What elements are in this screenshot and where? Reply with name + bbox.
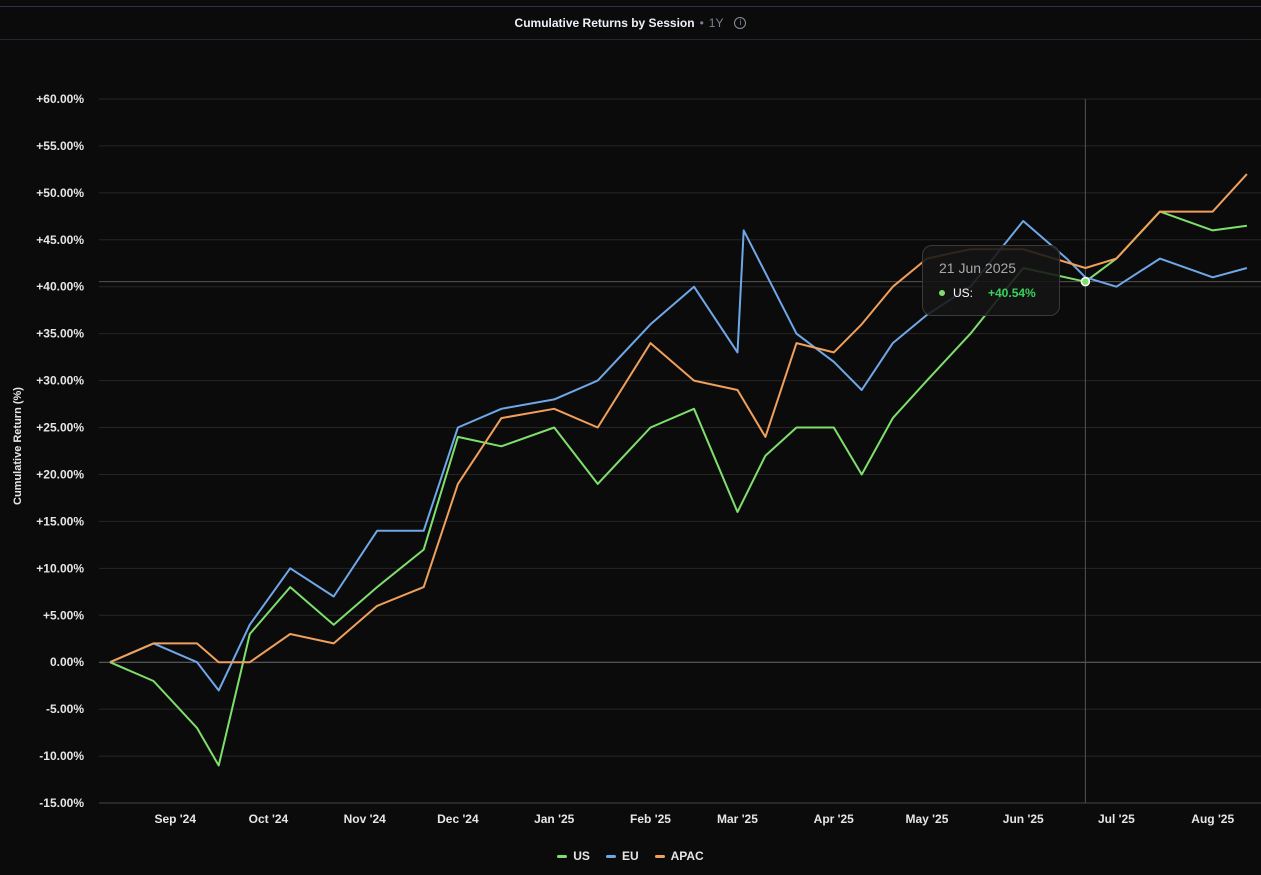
y-axis-label: Cumulative Return (%): [12, 387, 24, 505]
x-tick-label: Jul '25: [1098, 812, 1135, 826]
x-tick-label: Aug '25: [1191, 812, 1234, 826]
legend-swatch-us: [557, 854, 568, 858]
x-tick-label: Apr '25: [814, 812, 855, 826]
crosshair-point: [1080, 276, 1091, 287]
y-tick-label: +25.00%: [36, 421, 84, 435]
series-line-eu: [109, 220, 1248, 692]
legend-label-apac: APAC: [670, 849, 704, 863]
x-tick-label: May '25: [906, 812, 949, 826]
y-tick-label: +20.00%: [36, 467, 84, 481]
legend-item-eu[interactable]: EU: [605, 849, 639, 863]
x-tick-label: Jun '25: [1003, 812, 1044, 826]
tooltip-date: 21 Jun 2025: [939, 260, 1017, 276]
tooltip-series-name: US:: [953, 286, 974, 300]
line-chart[interactable]: -15.00% -10.00% -5.00% 0.00% +5.00% +10.00% +1…: [0, 0, 1261, 875]
y-tick-label: +40.00%: [36, 280, 84, 294]
series-line-apac: [109, 173, 1248, 664]
y-tick-label: +30.00%: [36, 374, 84, 388]
y-tick-label: +35.00%: [36, 327, 84, 341]
x-tick-label: Sep '24: [154, 812, 196, 826]
y-tick-label: +45.00%: [36, 233, 84, 247]
tooltip-value: +40.54%: [988, 286, 1036, 300]
y-tick-label: -10.00%: [39, 749, 84, 763]
y-tick-label: +5.00%: [43, 608, 84, 622]
y-tick-label: +55.00%: [36, 139, 84, 153]
x-tick-label: Dec '24: [437, 812, 479, 826]
tooltip-series-dot: [939, 290, 945, 296]
y-tick-label: +50.00%: [36, 186, 84, 200]
x-tick-label: Jan '25: [534, 812, 575, 826]
legend-swatch-apac: [654, 854, 665, 858]
chart-legend: US EU APAC: [0, 849, 1261, 863]
y-tick-label: +60.00%: [36, 92, 84, 106]
y-tick-label: -5.00%: [46, 702, 84, 716]
chart-tooltip: 21 Jun 2025 US: +40.54%: [922, 245, 1060, 316]
x-tick-label: Oct '24: [249, 812, 289, 826]
x-tick-label: Feb '25: [630, 812, 671, 826]
legend-label-us: US: [573, 849, 590, 863]
y-tick-label: +15.00%: [36, 514, 84, 528]
legend-item-apac[interactable]: APAC: [654, 849, 704, 863]
legend-item-us[interactable]: US: [557, 849, 590, 863]
y-tick-label: +10.00%: [36, 561, 84, 575]
y-tick-label: -15.00%: [39, 796, 84, 810]
x-tick-label: Mar '25: [717, 812, 758, 826]
series-line-us: [109, 210, 1248, 767]
y-tick-label: 0.00%: [50, 655, 84, 669]
legend-swatch-eu: [605, 854, 616, 858]
legend-label-eu: EU: [621, 849, 639, 863]
x-tick-label: Nov '24: [344, 812, 387, 826]
